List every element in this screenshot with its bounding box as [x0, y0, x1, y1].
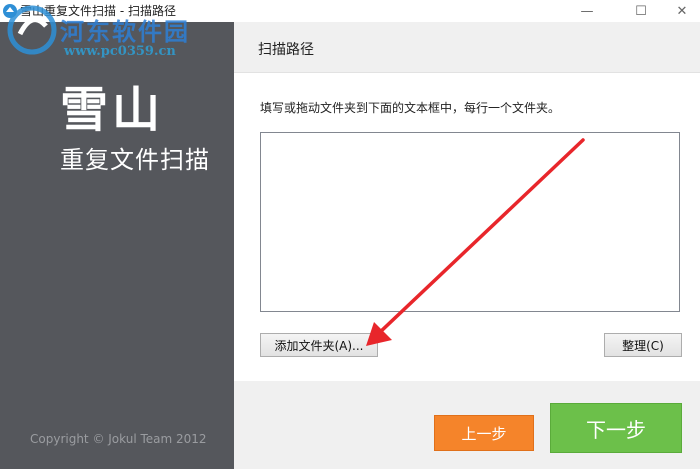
minimize-icon: —: [580, 3, 594, 19]
page-header: 扫描路径: [234, 22, 700, 73]
window-title: 雪山重复文件扫描 - 扫描路径: [20, 4, 176, 18]
add-folder-button[interactable]: 添加文件夹(A)...: [260, 333, 378, 357]
instruction-text: 填写或拖动文件夹到下面的文本框中，每行一个文件夹。: [260, 101, 561, 115]
page-title: 扫描路径: [258, 42, 314, 58]
app-logo-icon: [3, 4, 17, 18]
tidy-button[interactable]: 整理(C): [604, 333, 682, 357]
next-step-button[interactable]: 下一步: [550, 403, 682, 453]
main-content: 填写或拖动文件夹到下面的文本框中，每行一个文件夹。 添加文件夹(A)... 整理…: [234, 73, 700, 381]
footer: 上一步 下一步: [234, 381, 700, 469]
copyright-text: Copyright © Jokul Team 2012: [30, 432, 207, 446]
close-icon: ✕: [676, 3, 688, 19]
title-bar: 雪山重复文件扫描 - 扫描路径 — ☐ ✕: [0, 0, 700, 22]
close-button[interactable]: ✕: [664, 0, 700, 22]
brand-title: 雪山: [60, 82, 165, 138]
minimize-button[interactable]: —: [564, 0, 610, 22]
maximize-button[interactable]: ☐: [618, 0, 664, 22]
brand-subtitle: 重复文件扫描: [60, 146, 210, 174]
scan-paths-textarea[interactable]: [260, 132, 680, 312]
maximize-icon: ☐: [635, 3, 647, 19]
previous-step-button[interactable]: 上一步: [434, 415, 534, 451]
sidebar: 雪山 重复文件扫描 Copyright © Jokul Team 2012: [0, 22, 234, 469]
